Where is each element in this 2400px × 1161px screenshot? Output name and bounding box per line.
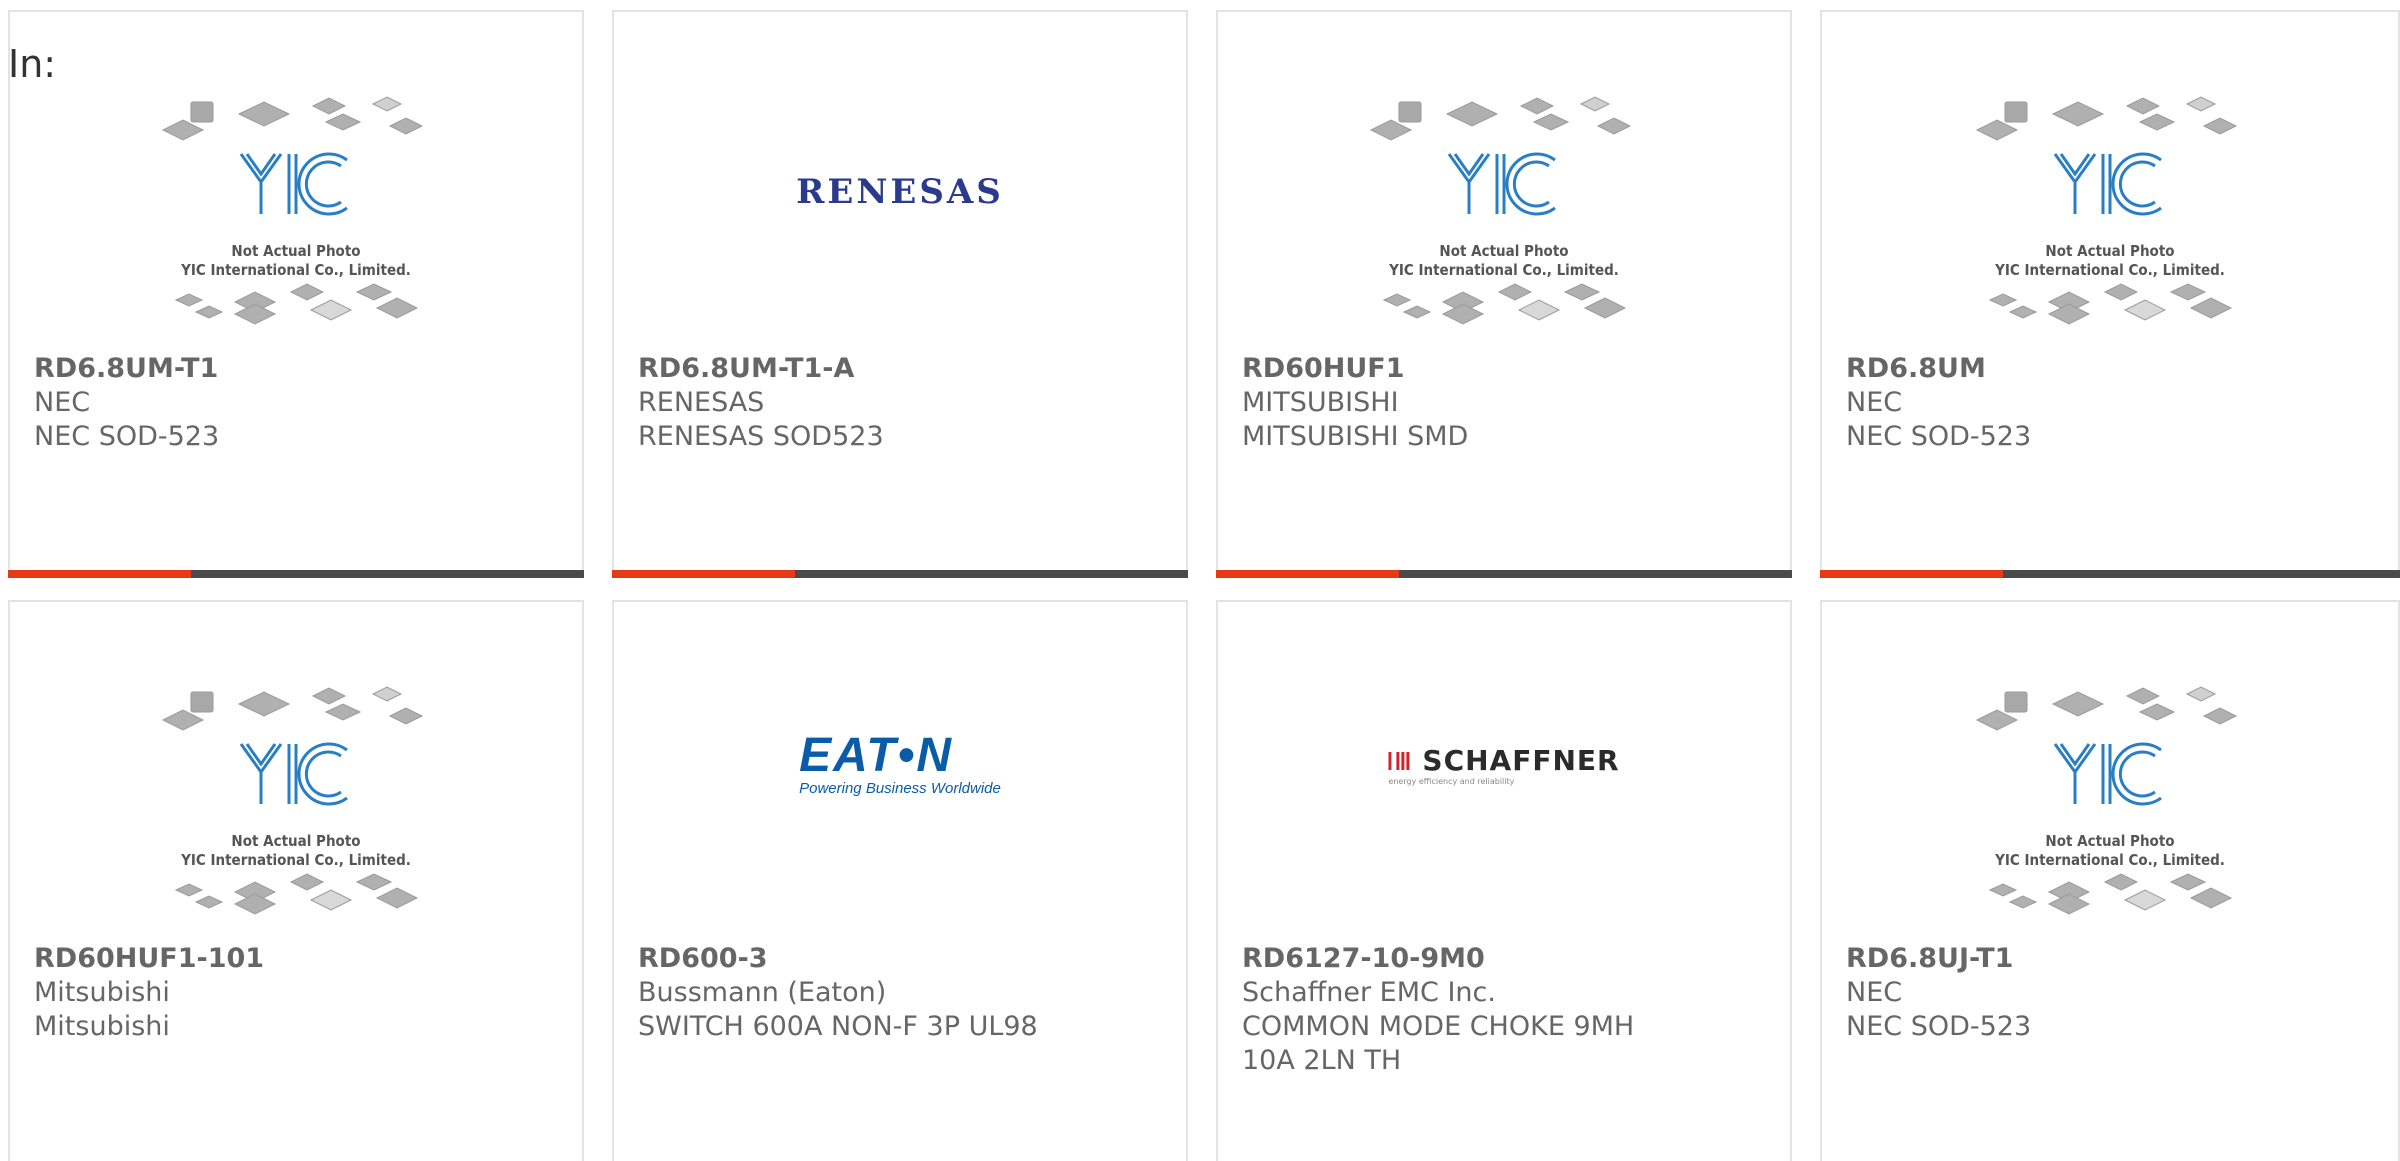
part-number-link[interactable]: RD6.8UM-T1-A <box>638 352 1162 386</box>
product-image[interactable]: Not Actual Photo YIC International Co., … <box>1822 682 2398 942</box>
chip-illustration <box>1369 96 1632 325</box>
product-info: RD6.8UM-T1-A RENESAS RENESAS SOD523 <box>638 352 1162 454</box>
eaton-logo-tagline: Powering Business Worldwide <box>799 780 1001 797</box>
placeholder-note-line2: YIC International Co., Limited. <box>1389 261 1619 279</box>
description-label: SWITCH 600A NON-F 3P UL98 <box>638 1011 1038 1042</box>
brand-label: NEC <box>1846 387 1903 418</box>
yic-placeholder-image: Not Actual Photo YIC International Co., … <box>1369 92 1639 332</box>
yic-placeholder-image: Not Actual Photo YIC International Co., … <box>161 92 431 332</box>
part-number-link[interactable]: RD6127-10-9M0 <box>1242 942 1766 976</box>
brand-label: Mitsubishi <box>34 977 170 1008</box>
description-label: MITSUBISHI SMD <box>1242 421 1469 452</box>
placeholder-note: Not Actual Photo YIC International Co., … <box>161 242 431 280</box>
product-info: RD6127-10-9M0 Schaffner EMC Inc. COMMON … <box>1242 942 1766 1078</box>
card-bottom-bar <box>8 570 584 578</box>
placeholder-note-line2: YIC International Co., Limited. <box>1995 261 2225 279</box>
card-accent-bar <box>1216 570 1399 578</box>
chip-illustration <box>1975 96 2238 325</box>
product-image[interactable]: EAT•N Powering Business Worldwide <box>614 682 1186 942</box>
description-label: NEC SOD-523 <box>34 421 220 452</box>
product-card[interactable]: Not Actual Photo YIC International Co., … <box>8 10 584 578</box>
product-info: RD600-3 Bussmann (Eaton) SWITCH 600A NON… <box>638 942 1162 1044</box>
product-info: RD60HUF1-101 Mitsubishi Mitsubishi <box>34 942 558 1044</box>
product-info: RD6.8UM NEC NEC SOD-523 <box>1846 352 2374 454</box>
chip-illustration <box>1975 686 2238 915</box>
schaffner-logo: SCHAFFNER energy efficiency and reliabil… <box>1388 744 1619 786</box>
description-label: COMMON MODE CHOKE 9MH 10A 2LN TH <box>1242 1011 1635 1076</box>
part-number-link[interactable]: RD60HUF1 <box>1242 352 1766 386</box>
schaffner-logo-mark <box>1388 751 1410 770</box>
schaffner-logo-tagline: energy efficiency and reliability <box>1388 777 1515 786</box>
product-image[interactable]: Not Actual Photo YIC International Co., … <box>10 682 582 942</box>
description-label: NEC SOD-523 <box>1846 1011 2032 1042</box>
card-accent-bar <box>612 570 795 578</box>
placeholder-note-line1: Not Actual Photo <box>2045 242 2175 260</box>
brand-label: NEC <box>34 387 91 418</box>
brand-label: RENESAS <box>638 387 765 418</box>
renesas-logo-text: RENESAS <box>796 172 1004 212</box>
placeholder-note: Not Actual Photo YIC International Co., … <box>1369 242 1639 280</box>
product-info: RD60HUF1 MITSUBISHI MITSUBISHI SMD <box>1242 352 1766 454</box>
product-card[interactable]: EAT•N Powering Business Worldwide RD600-… <box>612 600 1188 1161</box>
placeholder-note-line1: Not Actual Photo <box>2045 832 2175 850</box>
product-card[interactable]: SCHAFFNER energy efficiency and reliabil… <box>1216 600 1792 1161</box>
placeholder-note-line2: YIC International Co., Limited. <box>181 851 411 869</box>
part-number-link[interactable]: RD6.8UM <box>1846 352 2374 386</box>
yic-placeholder-image: Not Actual Photo YIC International Co., … <box>1975 682 2245 922</box>
eaton-logo-text: EAT•N <box>799 729 954 782</box>
eaton-logo: EAT•N Powering Business Worldwide <box>799 729 1001 798</box>
product-card[interactable]: Not Actual Photo YIC International Co., … <box>1820 10 2400 578</box>
card-bottom-bar <box>612 570 1188 578</box>
product-image[interactable]: SCHAFFNER energy efficiency and reliabil… <box>1218 682 1790 942</box>
in-label: In: <box>8 42 57 86</box>
part-number-link[interactable]: RD600-3 <box>638 942 1162 976</box>
placeholder-note: Not Actual Photo YIC International Co., … <box>1975 242 2245 280</box>
product-card[interactable]: Not Actual Photo YIC International Co., … <box>1216 10 1792 578</box>
product-info: RD6.8UJ-T1 NEC NEC SOD-523 <box>1846 942 2374 1044</box>
placeholder-note: Not Actual Photo YIC International Co., … <box>161 832 431 870</box>
product-card[interactable]: Not Actual Photo YIC International Co., … <box>8 600 584 1161</box>
brand-label: Bussmann (Eaton) <box>638 977 887 1008</box>
brand-label: Schaffner EMC Inc. <box>1242 977 1496 1008</box>
product-card[interactable]: RENESAS RD6.8UM-T1-A RENESAS RENESAS SOD… <box>612 10 1188 578</box>
description-label: NEC SOD-523 <box>1846 421 2032 452</box>
chip-illustration <box>161 96 424 325</box>
description-label: Mitsubishi <box>34 1011 170 1042</box>
card-accent-bar <box>8 570 191 578</box>
card-bottom-bar <box>1820 570 2400 578</box>
product-image[interactable]: Not Actual Photo YIC International Co., … <box>10 92 582 352</box>
part-number-link[interactable]: RD6.8UJ-T1 <box>1846 942 2374 976</box>
placeholder-note-line1: Not Actual Photo <box>231 242 361 260</box>
placeholder-note: Not Actual Photo YIC International Co., … <box>1975 832 2245 870</box>
brand-label: NEC <box>1846 977 1903 1008</box>
part-number-link[interactable]: RD60HUF1-101 <box>34 942 558 976</box>
product-image[interactable]: RENESAS <box>614 92 1186 352</box>
placeholder-note-line2: YIC International Co., Limited. <box>1995 851 2225 869</box>
schaffner-logo-text: SCHAFFNER <box>1422 744 1620 777</box>
product-listing-page: In: Not Actual Photo YIC International C… <box>0 0 2400 1161</box>
placeholder-note-line2: YIC International Co., Limited. <box>181 261 411 279</box>
chip-illustration <box>161 686 424 915</box>
placeholder-note-line1: Not Actual Photo <box>231 832 361 850</box>
product-image[interactable]: Not Actual Photo YIC International Co., … <box>1822 92 2398 352</box>
part-number-link[interactable]: RD6.8UM-T1 <box>34 352 558 386</box>
product-card[interactable]: Not Actual Photo YIC International Co., … <box>1820 600 2400 1161</box>
card-accent-bar <box>1820 570 2003 578</box>
card-bottom-bar <box>1216 570 1792 578</box>
placeholder-note-line1: Not Actual Photo <box>1439 242 1569 260</box>
renesas-logo: RENESAS <box>796 172 1004 212</box>
product-info: RD6.8UM-T1 NEC NEC SOD-523 <box>34 352 558 454</box>
brand-label: MITSUBISHI <box>1242 387 1399 418</box>
description-label: RENESAS SOD523 <box>638 421 884 452</box>
yic-placeholder-image: Not Actual Photo YIC International Co., … <box>161 682 431 922</box>
product-image[interactable]: Not Actual Photo YIC International Co., … <box>1218 92 1790 352</box>
yic-placeholder-image: Not Actual Photo YIC International Co., … <box>1975 92 2245 332</box>
